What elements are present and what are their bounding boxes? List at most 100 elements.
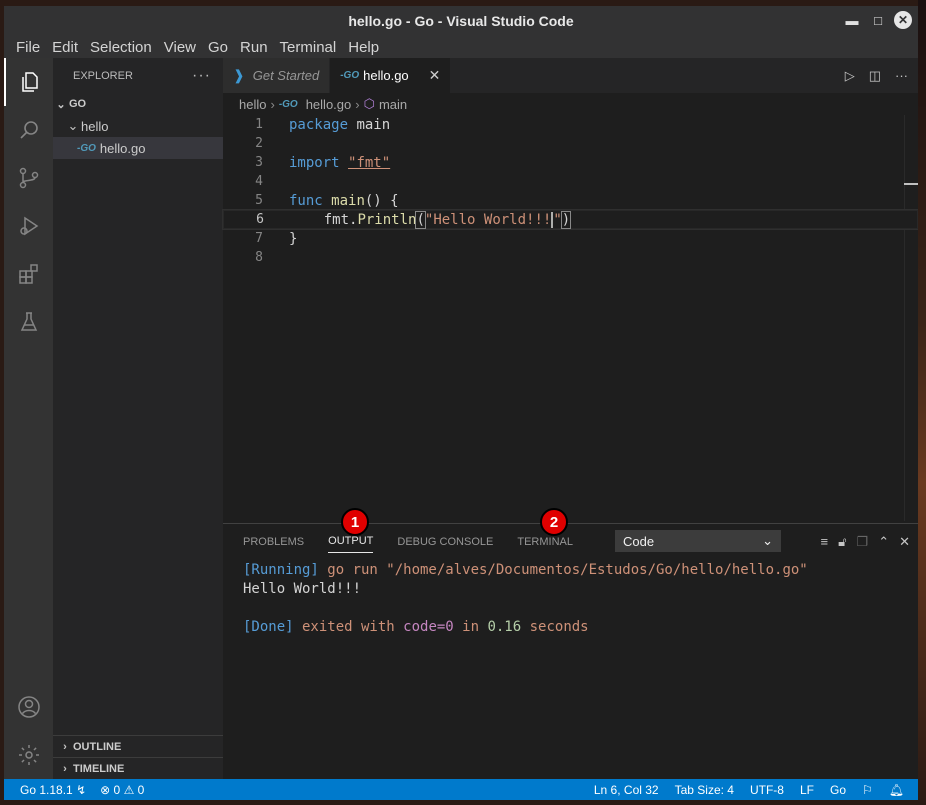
close-tab-icon[interactable]: ✕ xyxy=(429,67,441,84)
lock-scroll-icon[interactable]: 🔓︎ xyxy=(838,534,846,550)
file-hello-go[interactable]: -GO hello.go xyxy=(53,137,223,159)
panel-actions: ≡ 🔓︎ ❐ ⌃ ✕ xyxy=(821,524,911,559)
code-line-current: 6 fmt.Println("Hello World!!! ") xyxy=(222,209,918,230)
line-number: 3 xyxy=(255,155,263,170)
output-channel-select[interactable]: Code ⌄ xyxy=(615,530,781,552)
explorer-icon[interactable] xyxy=(4,58,53,106)
account-icon[interactable] xyxy=(4,683,53,731)
breadcrumb: hello › -GO hello.go › ⬡ main xyxy=(223,93,918,115)
code-line: 2 xyxy=(223,134,918,153)
menu-file[interactable]: File xyxy=(10,39,46,56)
code-text: package main xyxy=(289,116,391,133)
window-controls: ▬ □ ✕ xyxy=(842,10,912,30)
source-control-icon[interactable] xyxy=(4,154,53,202)
status-eol[interactable]: LF xyxy=(800,783,814,797)
status-problems[interactable]: ⊗ 0 ⚠ 0 xyxy=(100,783,144,797)
tab-hello-go-label: hello.go xyxy=(363,68,409,83)
explorer-header: EXPLORER ··· xyxy=(53,58,223,93)
menu-selection[interactable]: Selection xyxy=(84,39,158,56)
line-number: 8 xyxy=(255,250,263,265)
explorer-sidebar: EXPLORER ··· ⌄ GO ⌄ hello -GO hello.go ›… xyxy=(53,58,223,779)
tab-get-started[interactable]: ❱ Get Started xyxy=(223,58,331,93)
line-number: 6 xyxy=(256,212,264,227)
more-actions-icon[interactable]: ··· xyxy=(895,68,908,83)
symbol-package-icon: ⬡ xyxy=(363,96,375,111)
timeline-section[interactable]: › TIMELINE xyxy=(53,757,223,779)
feedback-icon[interactable]: ⚐ xyxy=(862,783,873,797)
breadcrumb-symbol[interactable]: main xyxy=(379,97,407,112)
bottom-panel: PROBLEMS OUTPUT DEBUG CONSOLE TERMINAL 1… xyxy=(223,508,918,779)
code-line: 1 package main xyxy=(223,115,918,134)
output-channel-value: Code xyxy=(623,533,655,549)
menu-go[interactable]: Go xyxy=(202,39,234,56)
status-cursor-position[interactable]: Ln 6, Col 32 xyxy=(594,783,659,797)
vscode-window: hello.go - Go - Visual Studio Code ▬ □ ✕… xyxy=(4,6,918,800)
split-editor-icon[interactable]: ◫ xyxy=(869,68,881,84)
extensions-icon[interactable] xyxy=(4,250,53,298)
panel-tabs: PROBLEMS OUTPUT DEBUG CONSOLE TERMINAL 1… xyxy=(223,508,918,559)
code-line: 8 xyxy=(223,248,918,267)
maximize-icon[interactable]: □ xyxy=(868,10,888,30)
tab-debug-console[interactable]: DEBUG CONSOLE xyxy=(397,524,493,559)
annotation-badge-2: 2 xyxy=(540,508,568,536)
more-actions-icon[interactable]: ··· xyxy=(192,67,211,85)
chevron-right-icon: › xyxy=(63,762,67,775)
output-blank xyxy=(243,599,898,618)
title-bar: hello.go - Go - Visual Studio Code ▬ □ ✕ xyxy=(4,6,918,36)
file-hello-go-label: hello.go xyxy=(99,140,146,156)
code-editor[interactable]: 1 package main 2 3 import "fmt" 4 5 func… xyxy=(222,115,918,521)
chevron-right-icon: › xyxy=(63,740,67,753)
workspace-root[interactable]: ⌄ GO xyxy=(53,93,223,115)
close-window-icon[interactable]: ✕ xyxy=(894,11,912,29)
breadcrumb-folder[interactable]: hello xyxy=(239,97,266,112)
workspace-root-label: GO xyxy=(69,98,87,110)
lightning-icon: ↯ xyxy=(76,782,87,797)
status-tab-size[interactable]: Tab Size: 4 xyxy=(675,783,734,797)
status-go-version[interactable]: Go 1.18.1 ↯ xyxy=(20,783,86,797)
chevron-down-icon: ⌄ xyxy=(56,98,66,111)
chevron-down-icon: ⌄ xyxy=(762,533,773,548)
folder-hello-label: hello xyxy=(81,118,109,134)
breadcrumb-file[interactable]: hello.go xyxy=(306,97,352,112)
menu-edit[interactable]: Edit xyxy=(46,39,84,56)
go-file-icon: -GO xyxy=(77,142,96,154)
clear-output-icon[interactable]: ≡ xyxy=(821,534,829,549)
maximize-panel-icon[interactable]: ⌃ xyxy=(878,534,889,550)
line-number: 5 xyxy=(255,193,263,208)
menu-run[interactable]: Run xyxy=(234,39,274,56)
minimize-icon[interactable]: ▬ xyxy=(842,10,862,30)
explorer-title: EXPLORER xyxy=(73,69,133,82)
chevron-right-icon: › xyxy=(270,96,275,112)
menu-view[interactable]: View xyxy=(158,39,202,56)
run-file-icon[interactable]: ▷ xyxy=(845,68,855,84)
vscode-logo-icon: ❱ xyxy=(233,67,245,83)
code-text: fmt.Println("Hello World!!! ") xyxy=(290,210,572,229)
code-line: 7 } xyxy=(223,229,918,248)
menu-terminal[interactable]: Terminal xyxy=(274,39,343,56)
status-language[interactable]: Go xyxy=(830,783,846,797)
line-number: 7 xyxy=(255,231,263,246)
folder-hello[interactable]: ⌄ hello xyxy=(53,115,223,137)
menu-help[interactable]: Help xyxy=(342,39,385,56)
run-debug-icon[interactable] xyxy=(4,202,53,250)
code-line: 4 xyxy=(223,172,918,191)
notifications-bell-icon[interactable]: 🔔︎ xyxy=(889,783,904,797)
line-number: 4 xyxy=(255,174,263,189)
code-text: import "fmt" xyxy=(289,154,391,171)
gear-icon[interactable] xyxy=(4,731,53,779)
editor-actions: ▷ ◫ ··· xyxy=(845,58,908,93)
outline-section[interactable]: › OUTLINE xyxy=(53,735,223,757)
testing-icon[interactable] xyxy=(4,298,53,346)
status-encoding[interactable]: UTF-8 xyxy=(750,783,784,797)
code-line: 5 func main() { xyxy=(223,191,918,210)
output-log[interactable]: [Running] go run "/home/alves/Documentos… xyxy=(223,559,918,639)
activity-bar xyxy=(4,58,53,779)
code-text: } xyxy=(289,230,298,247)
open-editor-icon[interactable]: ❐ xyxy=(857,534,869,550)
search-icon[interactable] xyxy=(4,106,53,154)
tab-problems[interactable]: PROBLEMS xyxy=(243,524,304,559)
line-number: 2 xyxy=(255,136,263,151)
close-panel-icon[interactable]: ✕ xyxy=(899,534,910,550)
output-line-hello: Hello World!!! xyxy=(243,581,362,597)
tab-hello-go[interactable]: -GO hello.go ✕ xyxy=(330,58,452,93)
